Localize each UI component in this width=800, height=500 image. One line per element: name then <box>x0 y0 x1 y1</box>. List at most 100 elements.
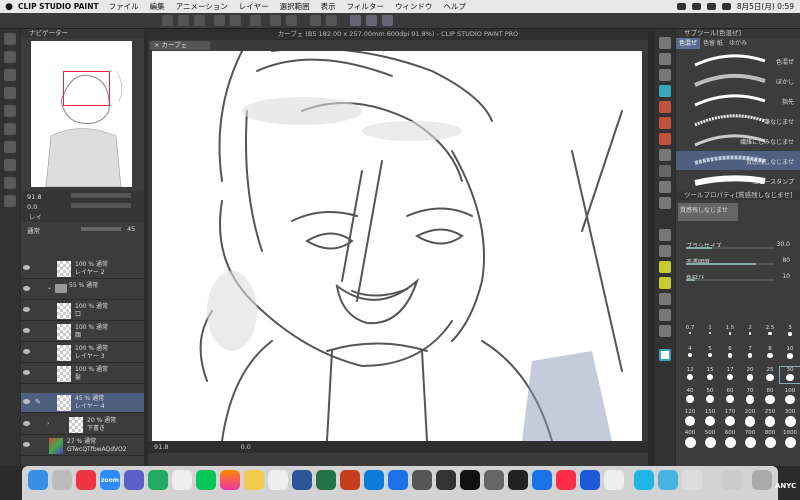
layer-row[interactable]: 100 % 通常 レイヤー 2 <box>21 259 144 279</box>
photos-icon[interactable] <box>220 470 240 490</box>
system-settings-icon[interactable] <box>484 470 504 490</box>
brush-item[interactable]: 繊維にじみなじませ <box>676 131 800 150</box>
brush-size-cell[interactable]: 800 <box>760 430 780 448</box>
clip-studio-paint-icon[interactable] <box>604 470 624 490</box>
prop-value[interactable]: 10 <box>782 273 790 280</box>
search-icon[interactable] <box>706 3 716 10</box>
prop-slider[interactable] <box>686 279 774 281</box>
correction-tool-icon[interactable] <box>659 325 671 337</box>
excel-icon[interactable] <box>316 470 336 490</box>
select-all-icon[interactable] <box>310 15 321 26</box>
layer-row-selected[interactable]: ✎ 45 % 通常 レイヤー 4 <box>21 393 144 413</box>
layer-tab[interactable]: レイ <box>21 213 144 222</box>
deselect-icon[interactable] <box>326 15 337 26</box>
blend-mode-select[interactable]: 通常 <box>27 225 40 235</box>
brush-size-cell[interactable]: 5 <box>700 346 720 362</box>
brush-size-cell[interactable]: 4 <box>680 346 700 362</box>
folder-icon-5[interactable] <box>4 123 16 135</box>
eraser-tool-icon[interactable] <box>659 69 671 81</box>
trash-icon[interactable] <box>752 470 772 490</box>
mail-icon[interactable] <box>364 470 384 490</box>
folder-icon[interactable] <box>4 51 16 63</box>
music-icon[interactable] <box>556 470 576 490</box>
brush-size-cell[interactable]: 7 <box>740 346 760 362</box>
folder-icon-6[interactable] <box>4 141 16 153</box>
fill-icon[interactable] <box>270 15 281 26</box>
brush-item-selected[interactable]: 質感残しなじませ <box>676 151 800 170</box>
tab-blend[interactable]: 色混ぜ <box>676 38 701 49</box>
eye-icon[interactable] <box>23 349 30 354</box>
new-file-icon[interactable] <box>162 15 173 26</box>
menu-window[interactable]: ウィンドウ <box>395 1 433 12</box>
brush-size-cell[interactable]: 400 <box>680 430 700 448</box>
eye-icon[interactable] <box>23 399 30 404</box>
word-reader-icon[interactable] <box>172 470 192 490</box>
layer-row[interactable]: 100 % 通常口 <box>21 301 144 321</box>
prop-opacity[interactable]: 不透明度 80 <box>676 255 800 266</box>
control-center-icon[interactable] <box>721 3 731 10</box>
brush-size-cell[interactable]: 80 <box>760 388 780 405</box>
folder-icon-2[interactable] <box>4 69 16 81</box>
prop-slider[interactable] <box>686 247 774 249</box>
nav-zoom-slider[interactable] <box>71 193 131 198</box>
grid-snap-icon[interactable] <box>382 15 393 26</box>
zoom-tool-icon[interactable] <box>659 37 671 49</box>
preview-icon[interactable] <box>532 470 552 490</box>
brush-size-cell[interactable]: 2 <box>740 325 760 341</box>
facetime-icon[interactable] <box>148 470 168 490</box>
brush-size-cell[interactable]: 70 <box>740 388 760 404</box>
document-tab[interactable]: × カーブェ <box>150 41 210 50</box>
settings-icon[interactable] <box>412 470 432 490</box>
tab-texture[interactable]: 色留 紙 <box>700 38 726 49</box>
layer-opacity-value[interactable]: 45 <box>127 225 135 233</box>
menu-selection[interactable]: 選択範囲 <box>280 1 310 12</box>
canvas-zoom-value[interactable]: 91.8 <box>154 443 168 451</box>
nav-angle-slider[interactable] <box>71 203 131 208</box>
drawing-canvas[interactable] <box>152 51 642 441</box>
document-icon[interactable] <box>682 470 702 490</box>
brush-size-cell[interactable]: 100 <box>780 388 800 405</box>
folder-expand-icon[interactable]: › <box>47 420 49 427</box>
tab-distort[interactable]: ゆがみ <box>726 38 750 49</box>
brush-size-cell[interactable]: 17 <box>720 367 740 383</box>
brush-size-cell[interactable]: 8 <box>760 346 780 362</box>
menu-edit[interactable]: 編集 <box>150 1 165 12</box>
canvas-angle-value[interactable]: 0.0 <box>241 443 251 451</box>
brush-size-cell[interactable]: 50 <box>700 388 720 404</box>
brush-item[interactable]: ぼかし <box>676 71 800 90</box>
menu-filter[interactable]: フィルター <box>347 1 384 12</box>
brush-size-cell[interactable]: 3 <box>780 325 800 341</box>
app-name[interactable]: CLIP STUDIO PAINT <box>18 2 99 11</box>
folder-icon-4[interactable] <box>4 105 16 117</box>
brush-size-cell[interactable]: 170 <box>720 409 740 427</box>
clear-icon[interactable] <box>250 15 261 26</box>
layer-row[interactable]: › 20 % 通常 下書き <box>21 415 144 435</box>
finder-icon[interactable] <box>28 470 48 490</box>
apple-icon[interactable]: ● <box>0 2 18 12</box>
open-icon[interactable] <box>178 15 189 26</box>
eye-icon[interactable] <box>23 421 30 426</box>
wacom-icon[interactable] <box>634 470 654 490</box>
folder-icon-9[interactable] <box>4 195 16 207</box>
brush-item[interactable]: 色混ぜ <box>676 51 800 70</box>
figure-tool-icon[interactable] <box>659 245 671 257</box>
prop-value[interactable]: 80 <box>782 257 790 264</box>
materials-icon[interactable] <box>4 33 16 45</box>
balloon-tool-icon[interactable] <box>659 309 671 321</box>
calculator-icon[interactable] <box>436 470 456 490</box>
gradient-tool-icon[interactable] <box>659 229 671 241</box>
layer-row[interactable]: 100 % 通常顔 <box>21 322 144 342</box>
brush-size-cell[interactable]: 300 <box>780 409 800 427</box>
line-icon[interactable] <box>196 470 216 490</box>
prop-slider[interactable] <box>686 263 774 265</box>
brush-size-cell[interactable]: 150 <box>700 409 720 426</box>
word-icon[interactable] <box>292 470 312 490</box>
layer-folder-row[interactable]: ⌄ 55 % 通常 <box>21 280 144 300</box>
brush-size-cell[interactable]: 40 <box>680 388 700 404</box>
piano-icon[interactable] <box>460 470 480 490</box>
brush-size-cell[interactable]: 6 <box>720 346 740 362</box>
notes-icon[interactable] <box>244 470 264 490</box>
clock[interactable]: 8月5日(月) 0:59 <box>737 1 794 12</box>
selection-tool-icon[interactable] <box>659 165 671 177</box>
navigator-thumbnail[interactable] <box>31 41 132 188</box>
